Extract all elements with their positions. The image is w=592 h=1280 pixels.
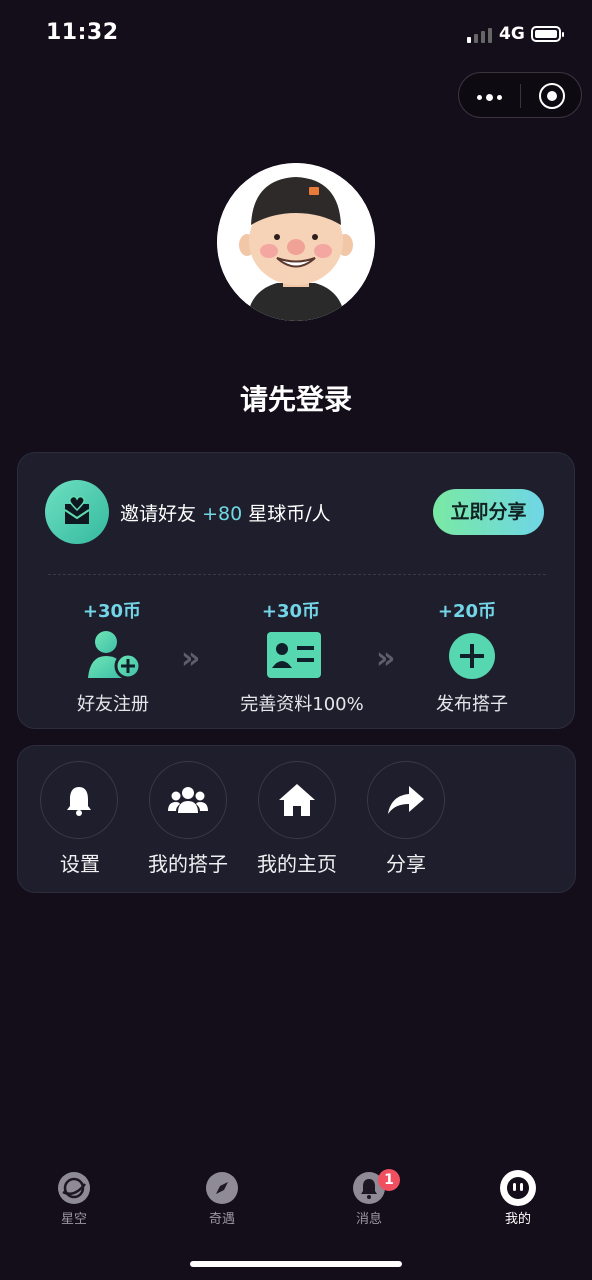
quick-action-label: 设置 [60,852,100,876]
invite-suffix: 星球币/人 [248,503,331,525]
chevron-double-icon: » [376,641,396,676]
capsule-divider [520,84,521,108]
tab-label: 我的 [504,1212,531,1227]
divider [48,574,546,575]
quick-action-label: 我的主页 [257,852,337,876]
invite-bonus: +80 [202,503,243,525]
close-target-icon[interactable] [539,83,565,109]
battery-icon [531,26,564,42]
my-homepage-button[interactable] [258,761,336,839]
id-card-icon [267,632,321,682]
bell-icon [67,787,91,816]
more-menu-icon[interactable] [477,94,502,101]
invite-description: 邀请好友 +80 星球币/人 [120,499,331,526]
home-icon [279,784,315,816]
step-label: 好友注册 [77,694,149,715]
tab-label: 消息 [355,1212,382,1227]
my-partners-button[interactable] [149,761,227,839]
network-label: 4G [499,24,525,44]
status-time: 11:32 [46,20,119,45]
compass-icon [206,1172,238,1204]
add-user-icon [86,628,142,686]
share-arrow-icon [388,786,424,814]
step-label: 完善资料100% [240,694,364,715]
group-icon [168,787,208,813]
share-now-button[interactable]: 立即分享 [433,489,544,535]
envelope-heart-icon [45,480,109,544]
share-button[interactable] [367,761,445,839]
tab-label: 星空 [60,1212,87,1227]
tab-stars[interactable] [58,1172,90,1208]
settings-button[interactable] [40,761,118,839]
quick-action-label: 分享 [386,852,426,876]
unread-badge: 1 [378,1169,400,1191]
step-label: 发布搭子 [436,694,508,715]
step-reward: +20币 [437,601,497,622]
tab-encounter[interactable] [206,1172,238,1208]
mini-program-capsule [458,72,582,118]
step-reward: +30币 [82,601,142,622]
step-reward: +30币 [261,601,321,622]
login-prompt[interactable]: 请先登录 [0,378,592,418]
chevron-double-icon: » [181,641,201,676]
planet-icon [58,1172,90,1204]
tab-profile[interactable] [500,1170,536,1210]
plus-circle-icon [448,632,496,684]
avatar[interactable] [217,163,375,321]
quick-action-label: 我的搭子 [148,852,228,876]
profile-face-icon [500,1170,536,1206]
invite-prefix: 邀请好友 [120,503,197,525]
home-indicator [190,1261,402,1267]
tab-label: 奇遇 [208,1212,235,1227]
avatar-illustration [217,163,375,321]
signal-icon [467,28,492,43]
